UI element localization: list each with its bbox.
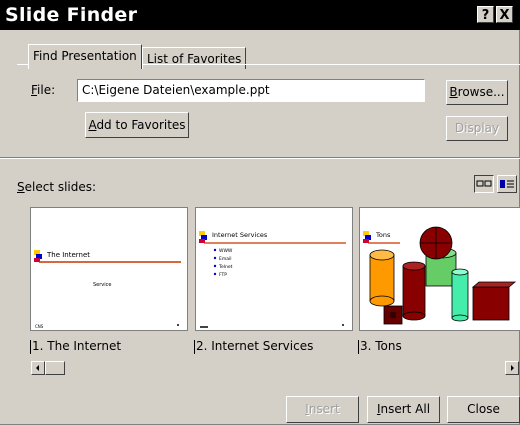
tab-panel [17, 64, 520, 152]
scroll-right-icon [511, 365, 514, 371]
slide-2-bullet: WWW [219, 248, 233, 254]
title-bar[interactable]: Slide Finder ? X [0, 0, 520, 30]
scroll-left-icon [36, 365, 39, 371]
slide-1-preview: The Internet Service CNS [34, 250, 181, 329]
add-to-favorites-button[interactable]: Add to Favorites [85, 112, 189, 138]
scroll-thumb[interactable] [45, 361, 65, 375]
close-button[interactable]: Close [447, 396, 520, 423]
close-window-button[interactable]: X [496, 6, 513, 23]
slide-3-title: Tons [375, 231, 391, 239]
slide-2-bullet: Telnet [218, 264, 233, 270]
browse-button[interactable]: Browse... [446, 80, 508, 105]
window-title: Slide Finder [5, 4, 138, 26]
tab-label: Find Presentation [33, 49, 137, 63]
file-path-input[interactable]: C:\Eigene Dateien\example.ppt [77, 79, 425, 102]
slide-thumbnail-2[interactable]: Internet Services WWW Email Telnet FTP [195, 207, 353, 331]
slide-caption-1: 1. The Internet [30, 339, 122, 354]
outline-view-button[interactable] [497, 175, 517, 193]
separator [0, 157, 520, 159]
slide-3-preview: Tons [363, 226, 517, 325]
slide-view-icon [476, 180, 492, 187]
slide-1-footer: CNS [35, 324, 44, 329]
slide-2-preview: Internet Services WWW Email Telnet FTP [199, 231, 346, 328]
slide-thumbnail-1[interactable]: The Internet Service CNS [30, 207, 188, 331]
slide-view-button[interactable] [474, 175, 494, 193]
select-slides-label: Select slides: [17, 180, 97, 194]
slide-2-title: Internet Services [212, 231, 268, 239]
insert-button[interactable]: Insert [286, 396, 359, 423]
slide-1-title: The Internet [46, 251, 90, 259]
slide-caption-2: 2. Internet Services [194, 339, 314, 354]
slide-2-bullet: Email [219, 256, 232, 262]
help-icon: ? [481, 8, 490, 23]
help-button[interactable]: ? [477, 6, 494, 23]
scroll-left-button[interactable] [31, 361, 45, 375]
scroll-track[interactable] [65, 361, 505, 375]
slide-caption-3: 3. Tons [358, 339, 402, 354]
slide-1-subtitle: Service [93, 282, 111, 288]
scroll-right-button[interactable] [505, 361, 519, 375]
close-icon: X [499, 8, 510, 23]
slide-thumbnail-3[interactable]: Tons [359, 207, 520, 331]
slide-2-bullet: FTP [219, 272, 227, 278]
display-button[interactable]: Display [446, 116, 508, 141]
slide-finder-dialog: Slide Finder ? X Find Presentation List … [0, 0, 520, 425]
insert-all-button[interactable]: Insert All [367, 396, 440, 423]
outline-view-icon [500, 180, 514, 188]
tab-find-presentation[interactable]: Find Presentation [28, 44, 142, 69]
file-label: File: [31, 83, 56, 97]
file-path-value: C:\Eigene Dateien\example.ppt [82, 83, 270, 97]
